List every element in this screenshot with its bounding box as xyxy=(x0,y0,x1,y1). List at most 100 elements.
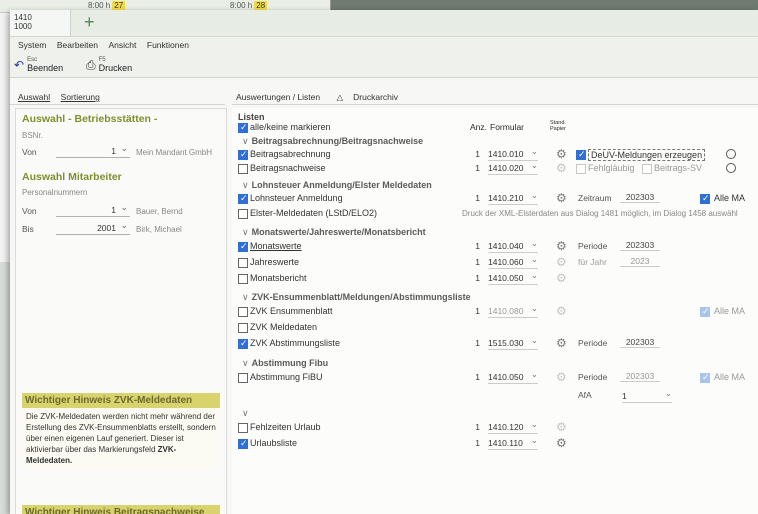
ma-bis-label: Bis xyxy=(22,224,34,234)
printer-icon: ⎙ xyxy=(86,57,96,72)
monatsbericht-anz[interactable]: 1 xyxy=(470,273,480,283)
group-zvk[interactable]: ∨ ZVK-Ensummenblatt/Meldungen/Abstimmungs… xyxy=(242,292,471,303)
print-button[interactable]: ⎙ F5 Drucken xyxy=(86,57,132,73)
jahr-input[interactable]: 2023 xyxy=(620,256,660,267)
monatswerte-periode-input[interactable]: 202303 xyxy=(620,240,660,251)
fibu-alle-ma-checkbox[interactable] xyxy=(700,372,710,383)
deuv-radio[interactable] xyxy=(726,149,736,159)
menu-ansicht[interactable]: Ansicht xyxy=(109,37,137,53)
group-lohnsteuer[interactable]: ∨ Lohnsteuer Anmeldung/Elster Meldedaten xyxy=(242,180,432,191)
lohnsteuer-anmeldung-form[interactable]: 1410.210 xyxy=(488,189,538,205)
urlaubsliste-anz[interactable]: 1 xyxy=(470,438,480,448)
fehlzeiten-anz[interactable]: 1 xyxy=(470,422,480,432)
zvk-ensummenblatt-anz[interactable]: 1 xyxy=(470,306,480,316)
zvk-meldedaten-label: ZVK Meldedaten xyxy=(250,322,318,332)
group-monatswerte[interactable]: ∨ Monatswerte/Jahreswerte/Monatsbericht xyxy=(242,227,426,238)
monatswerte-periode-label: Periode xyxy=(578,241,608,251)
menu-funktionen[interactable]: Funktionen xyxy=(147,37,189,53)
gear-icon[interactable]: ⚙ xyxy=(556,192,567,204)
beitragsnachweise-label: Beitragsnachweise xyxy=(250,163,326,173)
jahreswerte-form[interactable]: 1410.060 xyxy=(488,253,538,269)
zvk-alle-ma-checkbox[interactable] xyxy=(700,306,710,317)
gear-icon: ⚙ xyxy=(556,271,567,285)
tab-auswahl[interactable]: Auswahl xyxy=(18,90,50,104)
zvk-abstimmungsliste-checkbox[interactable] xyxy=(238,338,248,349)
lohnsteuer-anmeldung-checkbox[interactable] xyxy=(238,193,248,204)
bst-von-select[interactable]: 1 xyxy=(56,142,130,158)
jahreswerte-anz[interactable]: 1 xyxy=(470,257,480,267)
monatsbericht-checkbox[interactable] xyxy=(238,274,248,284)
archive-icon: △ xyxy=(336,92,344,102)
bst-von-name: Mein Mandant GmbH xyxy=(136,148,213,157)
urlaubsliste-checkbox[interactable] xyxy=(238,438,248,449)
jahreswerte-checkbox[interactable] xyxy=(238,258,248,268)
fibu-periode-input[interactable]: 202303 xyxy=(620,371,660,382)
tab-auswertungen[interactable]: Auswertungen / Listen xyxy=(236,90,320,104)
fehlglaeubig-checkbox[interactable] xyxy=(576,164,586,174)
monatsbericht-label: Monatsbericht xyxy=(250,273,307,283)
zvk-ensummenblatt-checkbox[interactable] xyxy=(238,307,248,317)
new-tab-plus-icon[interactable]: + xyxy=(84,11,95,33)
beitragsnachweise-anz[interactable]: 1 xyxy=(470,163,480,173)
exit-button[interactable]: ↶ Esc Beenden xyxy=(14,57,63,73)
document-tab[interactable]: 1410 1000 xyxy=(10,10,71,36)
urlaubsliste-form[interactable]: 1410.110 xyxy=(488,434,538,450)
zeitraum-input[interactable]: 202303 xyxy=(620,192,660,203)
menu-bearbeiten[interactable]: Bearbeiten xyxy=(57,37,98,53)
gear-icon[interactable]: ⚙ xyxy=(556,148,567,160)
abstimmung-fibu-checkbox[interactable] xyxy=(238,373,248,383)
calendar-cell: 8:00 h 28 xyxy=(230,1,268,10)
monatswerte-anz[interactable]: 1 xyxy=(470,241,480,251)
undo-arrow-icon: ↶ xyxy=(14,58,25,72)
abstimmung-fibu-anz[interactable]: 1 xyxy=(470,372,480,382)
beitragsnachweise-checkbox[interactable] xyxy=(238,164,248,174)
group-fibu[interactable]: ∨ Abstimmung Fibu xyxy=(242,358,328,369)
fehlzeiten-checkbox[interactable] xyxy=(238,423,248,433)
zvk-abstimmungsliste-label: ZVK Abstimmungsliste xyxy=(250,338,341,348)
zvk-abstimmungsliste-anz[interactable]: 1 xyxy=(470,338,480,348)
bst-section-title: Auswahl - Betriebsstätten - xyxy=(22,113,158,125)
calendar-hours: 8:00 h xyxy=(88,1,111,10)
monatswerte-checkbox[interactable] xyxy=(238,241,248,252)
gear-icon: ⚙ xyxy=(556,161,567,175)
abstimmung-fibu-form[interactable]: 1410.050 xyxy=(488,368,538,384)
zvk-meldedaten-checkbox[interactable] xyxy=(238,323,248,333)
beitragsabrechnung-anz[interactable]: 1 xyxy=(470,149,480,159)
calendar-day-badge: 28 xyxy=(254,1,268,10)
col-anz: Anz. xyxy=(470,122,488,132)
select-all-checkbox[interactable] xyxy=(238,122,248,133)
jahreswerte-label: Jahreswerte xyxy=(250,257,300,267)
monatswerte-form[interactable]: 1410.040 xyxy=(488,237,538,253)
beitragsabrechnung-checkbox[interactable] xyxy=(238,149,248,160)
urlaubsliste-label: Urlaubsliste xyxy=(250,438,298,448)
tab-sortierung[interactable]: Sortierung xyxy=(61,90,100,104)
abstimmung-fibu-label: Abstimmung FiBU xyxy=(250,372,323,382)
zvk-ensummenblatt-form[interactable]: 1410.080 xyxy=(488,302,538,318)
group-beitrag[interactable]: ∨ Beitragsabrechnung/Beitragsnachweise xyxy=(242,136,423,147)
monatsbericht-form[interactable]: 1410.050 xyxy=(488,269,538,285)
group-fehlzeiten[interactable]: ∨ xyxy=(242,408,252,419)
zvk-periode-input[interactable]: 202303 xyxy=(620,337,660,348)
gear-icon[interactable]: ⚙ xyxy=(556,240,567,252)
zvk-abstimmungsliste-form[interactable]: 1515.030 xyxy=(488,334,538,350)
toolbar: ↶ Esc Beenden ⎙ F5 Drucken xyxy=(10,53,758,78)
beitragsnachweise-radio[interactable] xyxy=(726,163,736,173)
gear-icon[interactable]: ⚙ xyxy=(556,337,567,349)
gear-icon[interactable]: ⚙ xyxy=(556,437,567,449)
fehlzeiten-form[interactable]: 1410.120 xyxy=(488,418,538,434)
tab-druckarchiv[interactable]: △ Druckarchiv xyxy=(333,90,404,104)
zvk-hint-body: Die ZVK-Meldedaten werden nicht mehr wäh… xyxy=(22,408,220,469)
lohnsteuer-alle-ma-checkbox[interactable] xyxy=(700,193,710,204)
beitragsnachweise-form[interactable]: 1410.020 xyxy=(488,159,538,175)
ma-von-select[interactable]: 1 xyxy=(56,201,130,217)
afa-select[interactable]: 1 xyxy=(622,387,672,403)
main-window: 1410 1000 + System Bearbeiten Ansicht Fu… xyxy=(10,10,758,514)
fibu-periode-label: Periode xyxy=(578,372,608,382)
elster-checkbox[interactable] xyxy=(238,209,248,219)
beitrags-sv-checkbox[interactable] xyxy=(642,164,652,174)
deuv-checkbox[interactable] xyxy=(576,149,586,160)
ma-bis-select[interactable]: 2001 xyxy=(56,219,130,235)
lohnsteuer-anmeldung-anz[interactable]: 1 xyxy=(470,193,480,203)
menu-system[interactable]: System xyxy=(18,37,46,53)
zvk-hint-box: Wichtiger Hinweis ZVK-Meldedaten Die ZVK… xyxy=(22,393,220,469)
